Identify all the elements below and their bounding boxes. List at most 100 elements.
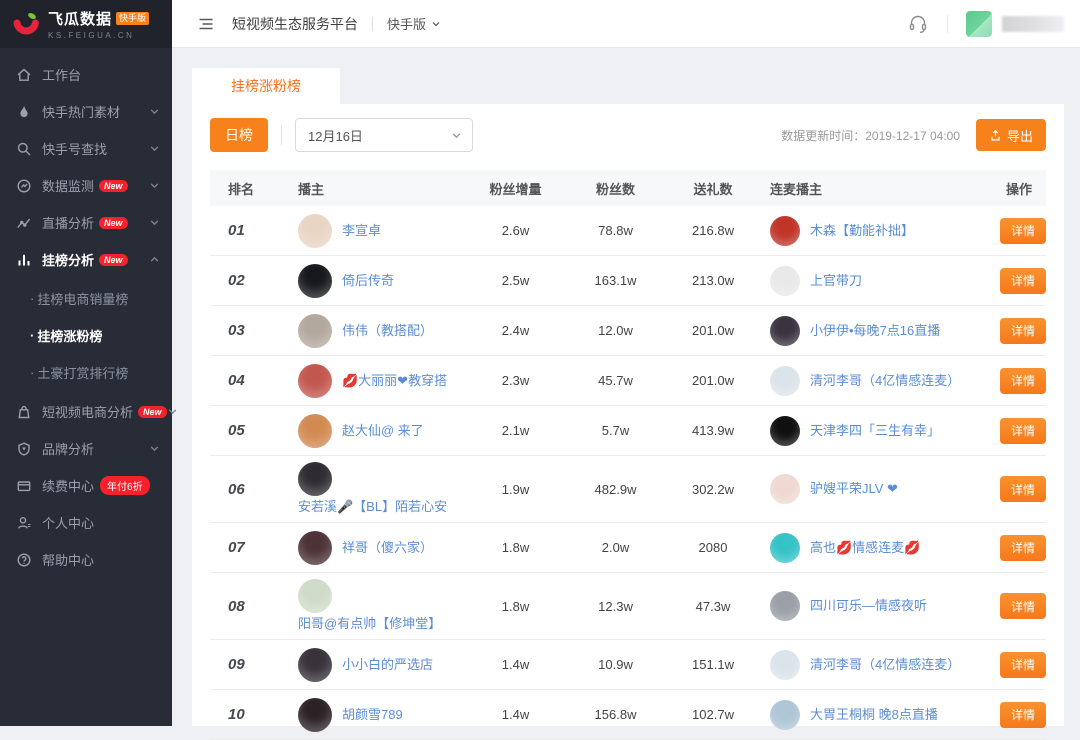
host-link[interactable]: 阳哥@有点帅【修坤堂】	[298, 615, 441, 633]
export-label: 导出	[1007, 126, 1033, 145]
cohost-link[interactable]: 高也💋情感连麦💋	[810, 539, 920, 557]
sidebar-item[interactable]: 数据监测 New	[0, 167, 172, 204]
cohost-avatar[interactable]	[770, 591, 800, 621]
rank-cell: 02	[228, 272, 245, 289]
cohost-link[interactable]: 木森【勤能补拙】	[810, 222, 914, 240]
fans-cell: 163.1w	[563, 273, 668, 288]
detail-button[interactable]: 详情	[1000, 218, 1046, 244]
host-link[interactable]: 小小白的严选店	[342, 656, 433, 674]
host-avatar[interactable]	[298, 264, 332, 298]
gifts-cell: 102.7w	[668, 707, 758, 722]
host-avatar[interactable]	[298, 579, 332, 613]
cohost-avatar[interactable]	[770, 216, 800, 246]
host-link[interactable]: 安若溪🎤【BL】陌若心安	[298, 498, 447, 516]
cohost-avatar[interactable]	[770, 266, 800, 296]
user-avatar[interactable]	[966, 11, 992, 37]
brand-name: 飞瓜数据	[48, 8, 112, 29]
sidebar-item[interactable]: 快手号查找	[0, 130, 172, 167]
detail-button[interactable]: 详情	[1000, 702, 1046, 728]
cohost-link[interactable]: 清河李哥（4亿情感连麦）	[810, 656, 960, 674]
fans-cell: 2.0w	[563, 540, 668, 555]
sidebar-subitem[interactable]: 土豪打赏排行榜	[0, 354, 172, 391]
daily-rank-button[interactable]: 日榜	[210, 118, 268, 152]
cohost-link[interactable]: 清河李哥（4亿情感连麦）	[810, 372, 960, 390]
sidebar-item[interactable]: 快手热门素材	[0, 93, 172, 130]
sidebar-item[interactable]: 品牌分析	[0, 430, 172, 467]
bag-icon	[16, 404, 32, 420]
fans-gain-cell: 1.9w	[468, 482, 563, 497]
sidebar-item[interactable]: 直播分析 New	[0, 204, 172, 241]
host-link[interactable]: 胡颜雪789	[342, 706, 403, 724]
sidebar-subitem[interactable]: 挂榜电商销量榜	[0, 280, 172, 317]
detail-button[interactable]: 详情	[1000, 535, 1046, 561]
cohost-avatar[interactable]	[770, 533, 800, 563]
cohost-avatar[interactable]	[770, 416, 800, 446]
topbar-right	[907, 11, 1064, 37]
export-button[interactable]: 导出	[976, 119, 1046, 151]
cohost-avatar[interactable]	[770, 474, 800, 504]
menu-fold-icon[interactable]	[198, 16, 214, 32]
cohost-link[interactable]: 四川可乐—情感夜听	[810, 597, 927, 615]
fans-cell: 12.0w	[563, 323, 668, 338]
table-row: 04 💋大丽丽❤教穿搭 2.3w 45.7w 201.0w 清河李哥（4亿情感连…	[210, 356, 1046, 406]
host-avatar[interactable]	[298, 414, 332, 448]
cohost-avatar[interactable]	[770, 650, 800, 680]
sidebar-item[interactable]: 工作台	[0, 56, 172, 93]
cohost-link[interactable]: 天津李四「三生有幸」	[810, 422, 940, 440]
detail-button[interactable]: 详情	[1000, 318, 1046, 344]
sidebar-item[interactable]: 个人中心	[0, 504, 172, 541]
cohost-avatar[interactable]	[770, 700, 800, 730]
monitor-icon	[16, 178, 32, 194]
cohost-link[interactable]: 大胃王桐桐 晚8点直播	[810, 706, 938, 724]
new-badge: New	[99, 254, 128, 266]
host-link[interactable]: 赵大仙@ 来了	[342, 422, 424, 440]
host-link[interactable]: 💋大丽丽❤教穿搭	[342, 372, 447, 390]
sidebar-submenu: 挂榜电商销量榜挂榜涨粉榜土豪打赏排行榜	[0, 278, 172, 393]
host-link[interactable]: 祥哥（傻六家）	[342, 539, 433, 557]
detail-button[interactable]: 详情	[1000, 593, 1046, 619]
sidebar-subitem[interactable]: 挂榜涨粉榜	[0, 317, 172, 354]
sidebar-nav: 工作台 快手热门素材 快手号查找 数据监测 New 直播分析 New 挂榜分析 …	[0, 48, 172, 578]
fans-gain-cell: 1.4w	[468, 707, 563, 722]
chevron-down-icon	[149, 143, 160, 154]
host-link[interactable]: 倚后传奇	[342, 272, 394, 290]
detail-button[interactable]: 详情	[1000, 268, 1046, 294]
cohost-link[interactable]: 上官带刀	[810, 272, 862, 290]
date-select[interactable]: 12月16日	[295, 118, 473, 152]
host-avatar[interactable]	[298, 531, 332, 565]
detail-button[interactable]: 详情	[1000, 652, 1046, 678]
host-avatar[interactable]	[298, 648, 332, 682]
sidebar-item[interactable]: 帮助中心	[0, 541, 172, 578]
tab-follower-growth-rank[interactable]: 挂榜涨粉榜	[192, 68, 340, 104]
main-content: 挂榜涨粉榜 日榜 12月16日 数据更新时间：2019-12-17 04:00 …	[172, 48, 1080, 726]
host-avatar[interactable]	[298, 462, 332, 496]
platform-title: 短视频生态服务平台	[232, 14, 358, 34]
cohost-avatar[interactable]	[770, 366, 800, 396]
new-badge: New	[99, 217, 128, 229]
sidebar-item[interactable]: 短视频电商分析 New	[0, 393, 172, 430]
fans-gain-cell: 2.4w	[468, 323, 563, 338]
rank-cell: 10	[228, 706, 245, 723]
detail-button[interactable]: 详情	[1000, 418, 1046, 444]
detail-button[interactable]: 详情	[1000, 368, 1046, 394]
host-avatar[interactable]	[298, 214, 332, 248]
edition-dropdown[interactable]: 快手版	[387, 14, 441, 33]
cohost-avatar[interactable]	[770, 316, 800, 346]
host-link[interactable]: 李宣卓	[342, 222, 381, 240]
new-badge: New	[99, 180, 128, 192]
detail-button[interactable]: 详情	[1000, 476, 1046, 502]
chevron-up-icon	[149, 254, 160, 265]
sidebar-item[interactable]: 续费中心 年付6折	[0, 467, 172, 504]
headset-icon[interactable]	[907, 13, 929, 35]
host-avatar[interactable]	[298, 314, 332, 348]
host-avatar[interactable]	[298, 698, 332, 732]
cohost-link[interactable]: 小伊伊•每晚7点16直播	[810, 322, 940, 340]
cohost-link[interactable]: 驴嫂平荣JLV ❤	[810, 480, 898, 498]
sidebar-item[interactable]: 挂榜分析 New	[0, 241, 172, 278]
fans-cell: 10.9w	[563, 657, 668, 672]
host-link[interactable]: 伟伟（教搭配）	[342, 322, 433, 340]
column-header: 粉丝数	[563, 179, 668, 198]
brand-logo[interactable]: 飞瓜数据 快手版 KS.FEIGUA.CN	[0, 0, 172, 48]
host-avatar[interactable]	[298, 364, 332, 398]
bar-chart-icon	[16, 252, 32, 268]
